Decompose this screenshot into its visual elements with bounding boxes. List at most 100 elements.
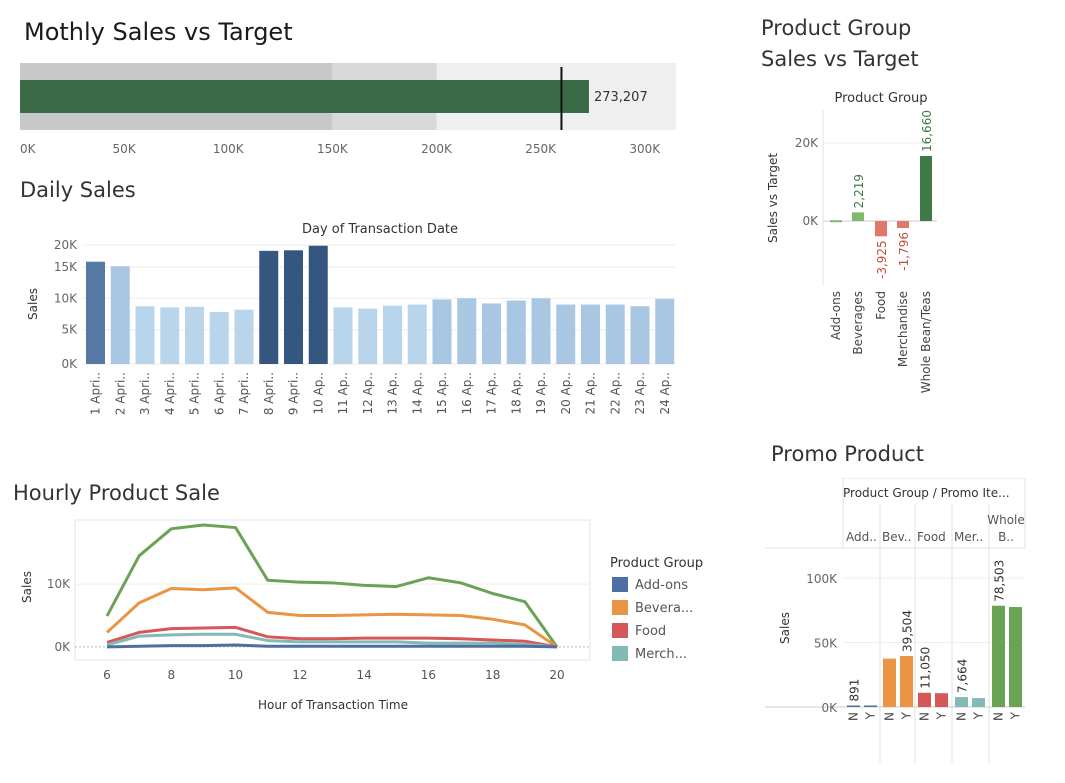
hourly-x-tick: 20 xyxy=(549,668,564,682)
legend-label: Merch... xyxy=(635,647,687,662)
promo-y-tick: 100K xyxy=(806,572,838,586)
group-x-tick: Add-ons xyxy=(829,291,843,340)
sales-bar xyxy=(20,80,589,113)
daily-bar xyxy=(209,312,229,364)
daily-x-tick: 1 Apri.. xyxy=(89,372,103,415)
promo-data-label: 11,050 xyxy=(919,647,933,689)
daily-x-tick: 4 Apri.. xyxy=(163,372,177,415)
promo-data-label: 7,664 xyxy=(956,659,970,693)
group-bar xyxy=(875,221,887,237)
legend-label: Food xyxy=(635,624,666,639)
promo-x-tick: Y xyxy=(900,711,914,720)
group-x-tick: Food xyxy=(874,291,888,320)
monthly-x-tick: 250K xyxy=(525,142,557,156)
group-data-label: -1,796 xyxy=(897,232,911,271)
promo-x-tick: N xyxy=(847,712,861,721)
promo-x-tick: Y xyxy=(1009,711,1023,720)
daily-y-tick: 15K xyxy=(54,260,78,274)
promo-group-label: Whole xyxy=(987,513,1025,527)
hourly-legend-title: Product Group xyxy=(610,556,703,571)
hourly-series-line xyxy=(106,643,558,649)
daily-x-tick: 2 Apri.. xyxy=(113,372,127,415)
promo-x-tick: N xyxy=(918,712,932,721)
hourly-y-tick: 10K xyxy=(47,577,71,591)
group-data-label: 2,219 xyxy=(852,174,866,208)
daily-x-tick: 23 Ap.. xyxy=(633,372,647,415)
daily-y-tick: 10K xyxy=(54,291,78,305)
daily-x-tick: 24 Ap.. xyxy=(658,372,672,415)
daily-bar xyxy=(531,298,551,364)
legend-swatch xyxy=(612,600,628,615)
daily-bar xyxy=(86,261,105,364)
promo-bar xyxy=(955,697,968,707)
daily-header: Day of Transaction Date xyxy=(302,222,458,237)
daily-x-tick: 14 Ap.. xyxy=(410,372,424,415)
group-bar-chart: Product Group 0K 20K Sales vs Target Add-ons… xyxy=(766,91,937,393)
hourly-title: Hourly Product Sale xyxy=(13,481,220,505)
promo-bar xyxy=(918,692,931,707)
daily-x-tick: 17 Ap.. xyxy=(485,372,499,415)
daily-bar xyxy=(655,298,675,364)
daily-bar xyxy=(482,303,501,364)
promo-y-tick: 50K xyxy=(814,637,838,651)
group-y-tick: 20K xyxy=(795,136,819,150)
hourly-x-label: Hour of Transaction Time xyxy=(258,698,408,712)
daily-x-tick: 13 Ap.. xyxy=(386,372,400,415)
daily-y-tick: 0K xyxy=(61,357,78,371)
group-y-label: Sales vs Target xyxy=(766,153,780,243)
daily-x-tick: 10 Ap.. xyxy=(311,372,325,415)
group-title-line2: Sales vs Target xyxy=(761,47,919,71)
sales-value-label: 273,207 xyxy=(594,90,648,105)
promo-bar xyxy=(864,705,877,707)
group-data-label: 16,660 xyxy=(920,110,934,152)
legend-swatch xyxy=(612,623,628,638)
legend-swatch xyxy=(612,577,628,592)
daily-x-tick: 7 Apri.. xyxy=(237,372,251,415)
daily-bar xyxy=(556,304,576,364)
group-bar xyxy=(920,156,932,221)
group-data-label: -3,925 xyxy=(875,240,889,279)
daily-y-tick: 20K xyxy=(54,238,78,252)
monthly-x-tick: 0K xyxy=(20,142,37,156)
daily-title: Daily Sales xyxy=(20,178,136,202)
daily-bar xyxy=(407,304,427,364)
daily-bar xyxy=(358,308,378,364)
promo-title: Promo Product xyxy=(771,442,925,466)
group-x-tick: Beverages xyxy=(851,291,865,355)
daily-x-tick: 11 Ap.. xyxy=(336,372,350,415)
daily-x-tick: 22 Ap.. xyxy=(608,372,622,415)
promo-group-label: Mer.. xyxy=(954,530,983,544)
legend-label: Bevera... xyxy=(635,601,693,616)
daily-x-tick: 16 Ap.. xyxy=(460,372,474,415)
promo-x-tick: N xyxy=(955,712,969,721)
hourly-x-tick: 18 xyxy=(485,668,500,682)
promo-bar xyxy=(1009,607,1022,707)
daily-bar-chart: Day of Transaction Date 0K 5K 10K 15K 20K Sale… xyxy=(26,222,676,415)
group-y-tick: 0K xyxy=(802,214,819,228)
promo-bar-chart: Product Group / Promo Ite... Add.. Bev.. Fo… xyxy=(765,478,1026,763)
legend-label: Add-ons xyxy=(635,578,688,593)
hourly-x-tick: 10 xyxy=(228,668,243,682)
promo-bar xyxy=(847,705,860,707)
promo-y-tick: 0K xyxy=(821,701,838,715)
daily-x-tick: 18 Ap.. xyxy=(509,372,523,415)
promo-x-tick: Y xyxy=(864,711,878,720)
promo-bar xyxy=(900,656,913,707)
monthly-x-tick: 300K xyxy=(629,142,661,156)
promo-x-tick: Y xyxy=(972,711,986,720)
group-x-tick: Merchandise xyxy=(896,291,910,367)
daily-bar xyxy=(432,299,452,364)
promo-group-label: Add.. xyxy=(846,530,877,544)
daily-x-tick: 21 Ap.. xyxy=(584,372,598,415)
monthly-x-tick: 150K xyxy=(317,142,349,156)
legend-swatch xyxy=(612,646,628,661)
daily-x-tick: 8 Apri.. xyxy=(262,372,276,415)
hourly-x-tick: 14 xyxy=(357,668,372,682)
promo-group-label: B.. xyxy=(998,530,1014,544)
promo-data-label: 39,504 xyxy=(901,610,915,652)
daily-bar xyxy=(383,305,402,364)
hourly-x-tick: 16 xyxy=(421,668,436,682)
daily-bar xyxy=(185,306,204,364)
hourly-x-tick: 6 xyxy=(103,668,111,682)
group-bar xyxy=(830,220,842,223)
